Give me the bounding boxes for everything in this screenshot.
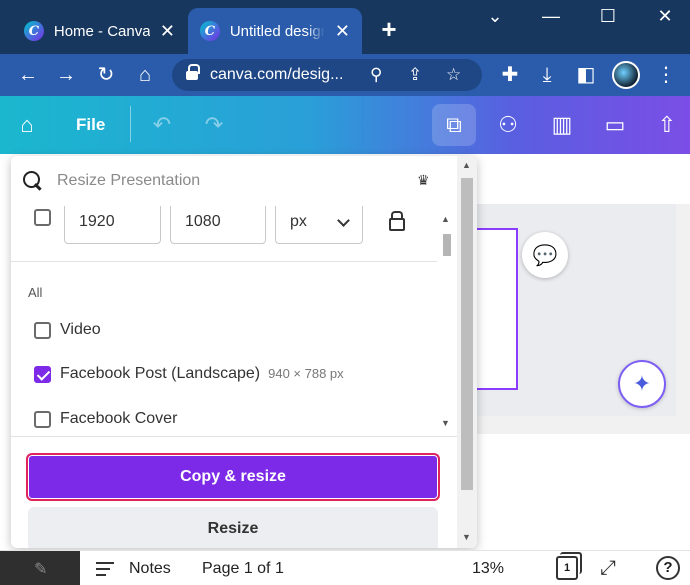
- help-icon[interactable]: ?: [656, 556, 680, 580]
- zoom-icon[interactable]: ⚲: [370, 65, 382, 85]
- option-label: Facebook Post (Landscape): [60, 365, 261, 382]
- forward-icon[interactable]: →: [52, 62, 80, 88]
- canva-favicon-icon: C: [200, 21, 220, 41]
- pages-grid-icon[interactable]: 1: [556, 552, 582, 580]
- upload-icon[interactable]: ⇧: [650, 110, 684, 140]
- custom-size-checkbox[interactable]: [34, 209, 51, 226]
- resize-search: ♛: [11, 156, 459, 206]
- scroll-down-icon[interactable]: ▼: [441, 418, 450, 428]
- tab-title: Home - Canva: [53, 22, 150, 40]
- resize-button[interactable]: Resize: [28, 507, 438, 548]
- sidepanel-icon[interactable]: ◧: [572, 62, 600, 88]
- resize-search-input[interactable]: [57, 172, 397, 190]
- section-label-all: All: [28, 285, 43, 300]
- option-checkbox[interactable]: [34, 322, 51, 339]
- present-icon[interactable]: ▭: [598, 110, 632, 140]
- lock-aspect-icon[interactable]: [389, 211, 405, 231]
- share-people-icon[interactable]: ⚇: [491, 110, 525, 140]
- file-menu-button[interactable]: File: [76, 115, 105, 135]
- sparkle-icon: ✦: [632, 371, 652, 396]
- tab-home-canva[interactable]: C Home - Canva ✕: [12, 8, 187, 54]
- option-checkbox-checked[interactable]: [34, 366, 51, 383]
- browser-address-bar: ← → ↻ ⌂ canva.com/desig... ⚲ ⇪ ☆ ✚ ⤓ ◧ ⋮: [0, 54, 690, 96]
- magic-assistant-button[interactable]: ✦: [618, 360, 666, 408]
- home-icon[interactable]: ⌂: [10, 110, 44, 140]
- minimize-button[interactable]: —: [536, 6, 566, 27]
- option-label: Video: [60, 321, 101, 338]
- unit-value: px: [290, 213, 307, 230]
- design-page[interactable]: [476, 228, 518, 390]
- maximize-button[interactable]: ☐: [593, 6, 623, 27]
- page-indicator[interactable]: Page 1 of 1: [202, 560, 284, 578]
- option-checkbox[interactable]: [34, 411, 51, 428]
- scroll-up-icon[interactable]: ▲: [441, 214, 450, 224]
- option-dimensions: 940 × 788 px: [268, 366, 344, 381]
- editor-footer: ✎ Notes Page 1 of 1 13% 1 ⤢ ?: [0, 550, 690, 585]
- option-label: Facebook Cover: [60, 410, 178, 427]
- reload-icon[interactable]: ↻: [92, 62, 120, 88]
- panel-scrollbar[interactable]: ▲ ▼: [457, 156, 477, 548]
- comment-plus-icon: 💬: [532, 244, 558, 267]
- tab-untitled-design[interactable]: C Untitled design ✕: [188, 8, 362, 54]
- tab-close-icon[interactable]: ✕: [160, 21, 175, 42]
- search-icon: [23, 171, 43, 191]
- options-scrollbar[interactable]: ▲ ▼: [437, 206, 457, 436]
- resize-options-list: 1920 1080 px All Video Facebook Post (La…: [11, 206, 437, 436]
- undo-icon[interactable]: ↶: [145, 110, 179, 140]
- scroll-up-icon[interactable]: ▲: [462, 160, 471, 170]
- browser-tabstrip: C Home - Canva ✕ C Untitled design ✕ + ⌄…: [0, 0, 690, 54]
- custom-size-row: 1920 1080 px: [11, 206, 437, 262]
- insights-icon[interactable]: ▥: [545, 110, 579, 140]
- redo-icon[interactable]: ↷: [197, 110, 231, 140]
- window-close-button[interactable]: ✕: [650, 6, 680, 27]
- notes-button[interactable]: Notes: [129, 560, 171, 578]
- option-facebook-post-landscape[interactable]: Facebook Post (Landscape) 940 × 788 px: [11, 357, 437, 393]
- tab-search-chevron-icon[interactable]: ⌄: [480, 6, 510, 27]
- resize-actions: Copy & resize Resize: [11, 436, 457, 548]
- resize-icon[interactable]: ⧉: [437, 110, 471, 140]
- notes-icon[interactable]: [96, 560, 118, 578]
- canvas-horizontal-scrollbar[interactable]: [476, 416, 676, 434]
- crown-icon: ♛: [417, 172, 430, 188]
- url-text: canva.com/desig...: [210, 66, 344, 83]
- width-field[interactable]: 1920: [64, 206, 161, 244]
- download-icon[interactable]: ⤓: [533, 62, 561, 88]
- side-panel-strip: ✎: [0, 551, 80, 585]
- scroll-thumb[interactable]: [443, 234, 451, 256]
- chevron-down-icon: [337, 214, 350, 227]
- canva-toolbar: ⌂ File ↶ ↷ ⧉ ⚇ ▥ ▭ ⇧: [0, 96, 690, 154]
- menu-icon[interactable]: ⋮: [652, 62, 680, 88]
- profile-avatar[interactable]: [612, 61, 640, 89]
- fullscreen-icon[interactable]: ⤢: [600, 557, 616, 580]
- canva-favicon-icon: C: [24, 21, 44, 41]
- back-icon[interactable]: ←: [14, 62, 42, 88]
- home-icon[interactable]: ⌂: [131, 62, 159, 88]
- extensions-icon[interactable]: ✚: [496, 62, 524, 88]
- share-icon[interactable]: ⇪: [408, 65, 422, 85]
- new-tab-button[interactable]: +: [374, 16, 404, 42]
- url-bar[interactable]: canva.com/desig... ⚲ ⇪ ☆: [172, 59, 482, 91]
- option-video[interactable]: Video: [11, 313, 437, 349]
- add-comment-button[interactable]: 💬: [522, 232, 568, 278]
- toolbar-divider: [130, 106, 131, 142]
- scroll-down-icon[interactable]: ▼: [462, 532, 471, 542]
- scroll-thumb[interactable]: [461, 178, 473, 490]
- lock-icon[interactable]: [186, 64, 200, 81]
- pencil-icon[interactable]: ✎: [34, 559, 47, 579]
- unit-select[interactable]: px: [275, 206, 363, 244]
- canvas-vertical-scrollbar[interactable]: [676, 204, 690, 434]
- star-icon[interactable]: ☆: [446, 65, 461, 85]
- option-facebook-cover[interactable]: Facebook Cover: [11, 402, 437, 436]
- copy-and-resize-button[interactable]: Copy & resize: [26, 453, 440, 501]
- tab-title: Untitled design: [229, 22, 325, 40]
- tab-close-icon[interactable]: ✕: [335, 21, 350, 42]
- zoom-level[interactable]: 13%: [472, 560, 504, 578]
- resize-panel: ♛ 1920 1080 px All Video Facebook Post (…: [11, 156, 477, 548]
- height-field[interactable]: 1080: [170, 206, 266, 244]
